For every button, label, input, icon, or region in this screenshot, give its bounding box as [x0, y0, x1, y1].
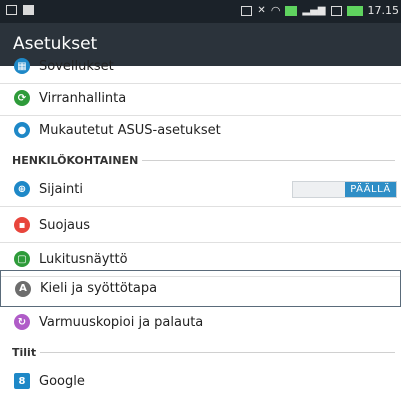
settings-item-backup[interactable]: ↻ Varmuuskopioi ja palauta	[0, 304, 401, 340]
sim2-icon	[330, 5, 342, 16]
settings-item-apps[interactable]: ▦ Sovellukset	[0, 48, 401, 84]
signal-icon: ▂▄▆	[302, 5, 326, 16]
settings-item-location[interactable]: ⊕ Sijainti PÄÄLLÄ	[0, 171, 401, 207]
backup-icon: ↻	[14, 314, 30, 330]
message-notification-icon	[6, 5, 17, 15]
google-icon: 8	[14, 373, 30, 389]
location-icon: ⊕	[14, 181, 30, 197]
status-bar: ✕ ◠ ▂▄▆ 17.15	[0, 0, 401, 23]
settings-item-language[interactable]: A Kieli ja syöttötapa	[0, 270, 401, 307]
mute-icon: ✕	[257, 5, 266, 16]
location-toggle[interactable]: PÄÄLLÄ	[292, 181, 397, 198]
wifi-icon: ◠	[270, 4, 281, 17]
settings-item-label: Sovellukset	[39, 58, 114, 74]
sim-icon	[285, 5, 298, 16]
apps-icon: ▦	[14, 58, 30, 74]
section-divider	[40, 351, 395, 353]
section-header-accounts: Tilit	[12, 342, 395, 362]
lock-icon: ▪	[14, 217, 30, 233]
clock: 17.15	[367, 4, 400, 17]
language-icon: A	[15, 280, 31, 297]
settings-item-google[interactable]: 8 Google	[0, 363, 401, 399]
settings-item-label: Suojaus	[39, 217, 91, 233]
section-title: Tilit	[12, 345, 37, 359]
power-icon: ⟳	[14, 90, 30, 106]
settings-item-label: Mukautetut ASUS-asetukset	[39, 122, 221, 138]
lockscreen-icon: ▢	[14, 251, 30, 267]
image-notification-icon	[23, 5, 34, 15]
settings-item-label: Kieli ja syöttötapa	[40, 281, 158, 296]
section-header-personal: HENKILÖKOHTAINEN	[12, 150, 395, 170]
settings-item-label: Varmuuskopioi ja palauta	[39, 314, 204, 330]
settings-item-security[interactable]: ▪ Suojaus	[0, 207, 401, 243]
settings-item-label: Lukitusnäyttö	[39, 251, 128, 267]
battery-icon	[346, 5, 363, 16]
settings-item-label: Virranhallinta	[39, 90, 127, 106]
settings-item-label: Sijainti	[39, 181, 84, 197]
settings-item-asus[interactable]: ● Mukautetut ASUS-asetukset	[0, 112, 401, 148]
settings-item-power[interactable]: ⟳ Virranhallinta	[0, 80, 401, 116]
section-divider	[142, 159, 395, 161]
location-toggle-on-label: PÄÄLLÄ	[345, 182, 396, 197]
section-title: HENKILÖKOHTAINEN	[12, 153, 139, 167]
vibrate-icon	[241, 5, 253, 16]
settings-item-label: Google	[39, 373, 85, 389]
asus-custom-icon: ●	[14, 122, 30, 138]
